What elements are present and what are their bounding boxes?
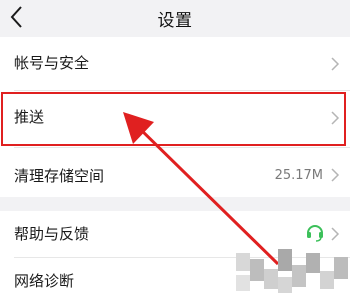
chevron-right-icon: [331, 57, 340, 71]
storage-size-value: 25.17M: [274, 168, 323, 183]
highlight-box: [1, 92, 346, 146]
chevron-right-icon: [331, 227, 340, 241]
page-title: 设置: [157, 11, 193, 31]
row-label-network-diagnosis: 网络诊断: [14, 272, 75, 290]
row-account-security[interactable]: 帐号与安全: [0, 37, 350, 90]
top-bar: 设置: [0, 0, 350, 37]
chevron-right-icon: [331, 168, 340, 182]
headset-icon: [307, 225, 323, 242]
row-clear-storage[interactable]: 清理存储空间 25.17M: [0, 148, 350, 197]
settings-screen: 设置 帐号与安全 推送 清理存储空间 25.17M 帮助与反馈 网络诊断: [0, 0, 350, 299]
row-label-account-security: 帐号与安全: [14, 54, 90, 72]
row-label-help-feedback: 帮助与反馈: [14, 225, 90, 243]
watermark-mosaic: [230, 245, 350, 299]
row-label-clear-storage: 清理存储空间: [14, 167, 105, 185]
section-separator: [0, 197, 350, 211]
